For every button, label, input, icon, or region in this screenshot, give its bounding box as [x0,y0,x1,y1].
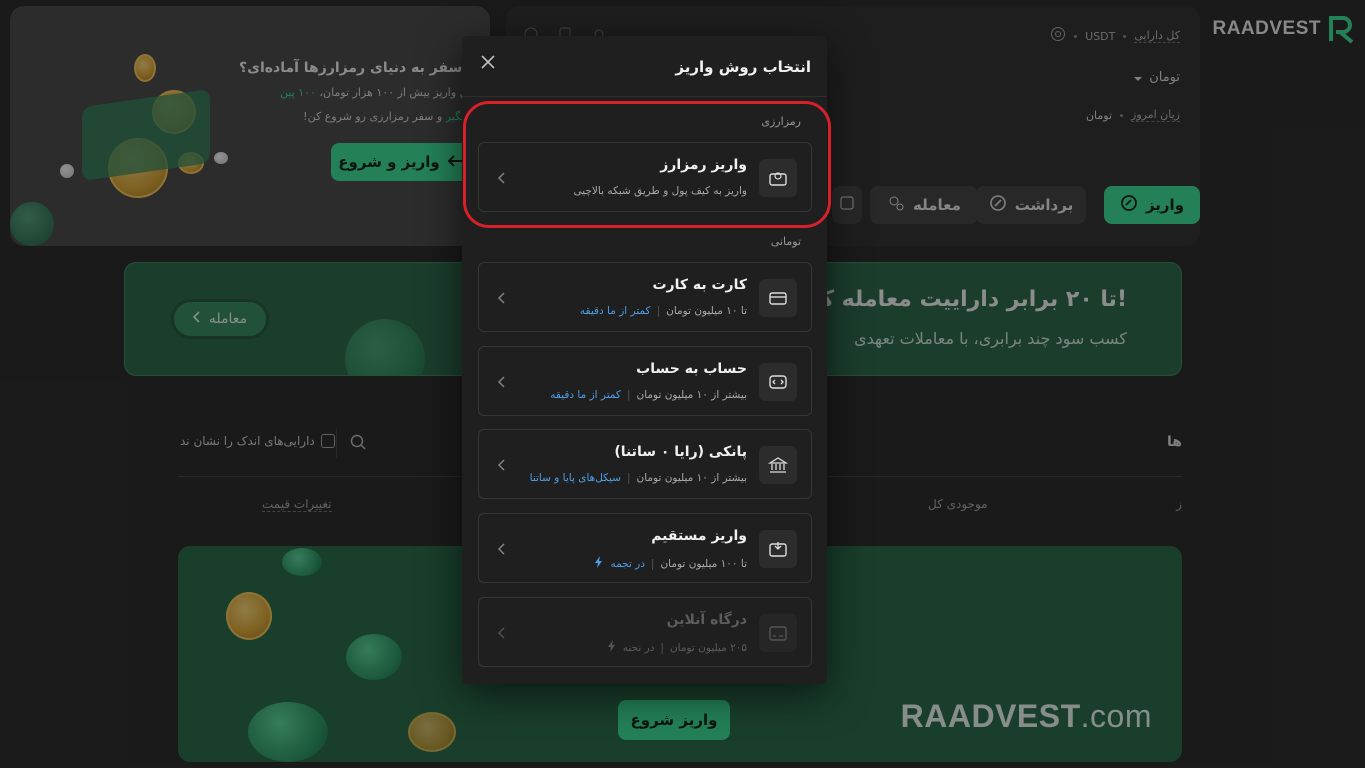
option-subtitle: تا ۱۰ میلیون تومان | کمتر از ما دقیقه [580,305,747,317]
option-title: حساب به حساب [636,361,747,377]
option-sub-separator: | [656,305,661,317]
option-sub-text: تا ۱۰ میلیون تومان [666,305,747,317]
option-sub-separator: | [660,641,664,654]
option-bank-transfer[interactable]: پانکی (رایا ۰ ساتنا) بیشتر از ۱۰ میلیون … [478,429,812,499]
group-label-toman: تومانی [770,235,801,248]
lightning-icon [607,640,617,655]
payment-terminal-icon [759,614,797,652]
chevron-left-icon [497,290,507,304]
chevron-left-icon [497,541,507,555]
option-direct-deposit[interactable]: واریز مستقیم تا ۱۰۰ میلیون تومان | در تج… [478,513,812,583]
chevron-left-icon [497,457,507,471]
option-account-to-account[interactable]: حساب به حساب بیشتر از ۱۰ میلیون تومان | … [478,346,812,416]
chevron-left-icon [497,625,507,639]
option-sub-separator: | [650,557,655,570]
option-card-to-card[interactable]: کارت به کارت تا ۱۰ میلیون تومان | کمتر ا… [478,262,812,332]
option-sub-tag: سیکل‌های پایا و ساتنا [529,472,621,484]
option-title: درگاه آنلاین [666,612,747,628]
lightning-icon [594,556,604,571]
close-icon[interactable] [480,54,496,70]
option-sub-text: بیشتر از ۱۰ میلیون تومان [636,389,747,401]
option-sub-text: بیشتر از ۱۰ میلیون تومان [636,472,747,484]
option-subtitle: ۲۰۵ میلیون تومان | در نحنه [607,640,747,655]
chevron-left-icon [497,374,507,388]
inbox-icon [759,530,797,568]
modal-header-divider [462,96,827,97]
option-sub-tag: در تجمه [610,557,645,570]
transfer-icon [759,363,797,401]
highlight-annotation [463,101,831,228]
option-title: واریز مستقیم [651,528,747,544]
modal-title: انتخاب روش واریز [675,58,811,76]
option-subtitle: بیشتر از ۱۰ میلیون تومان | کمتر از ما دق… [550,389,747,401]
option-sub-text: ۲۰۵ میلیون تومان [669,641,747,654]
bank-icon [759,446,797,484]
option-title: پانکی (رایا ۰ ساتنا) [614,444,747,460]
option-subtitle: تا ۱۰۰ میلیون تومان | در تجمه [594,556,747,571]
option-sub-tag: در نحنه [622,641,655,654]
option-online-gateway: درگاه آنلاین ۲۰۵ میلیون تومان | در نحنه [478,597,812,667]
option-sub-tag: کمتر از ما دقیقه [550,389,621,401]
option-sub-separator: | [626,389,631,401]
option-sub-tag: کمتر از ما دقیقه [579,305,651,317]
option-title: کارت به کارت [652,277,747,293]
option-sub-text: تا ۱۰۰ میلیون تومان [660,557,747,570]
credit-card-icon [759,279,797,317]
option-sub-separator: | [626,472,631,484]
option-subtitle: بیشتر از ۱۰ میلیون تومان | سیکل‌های پایا… [530,472,747,484]
